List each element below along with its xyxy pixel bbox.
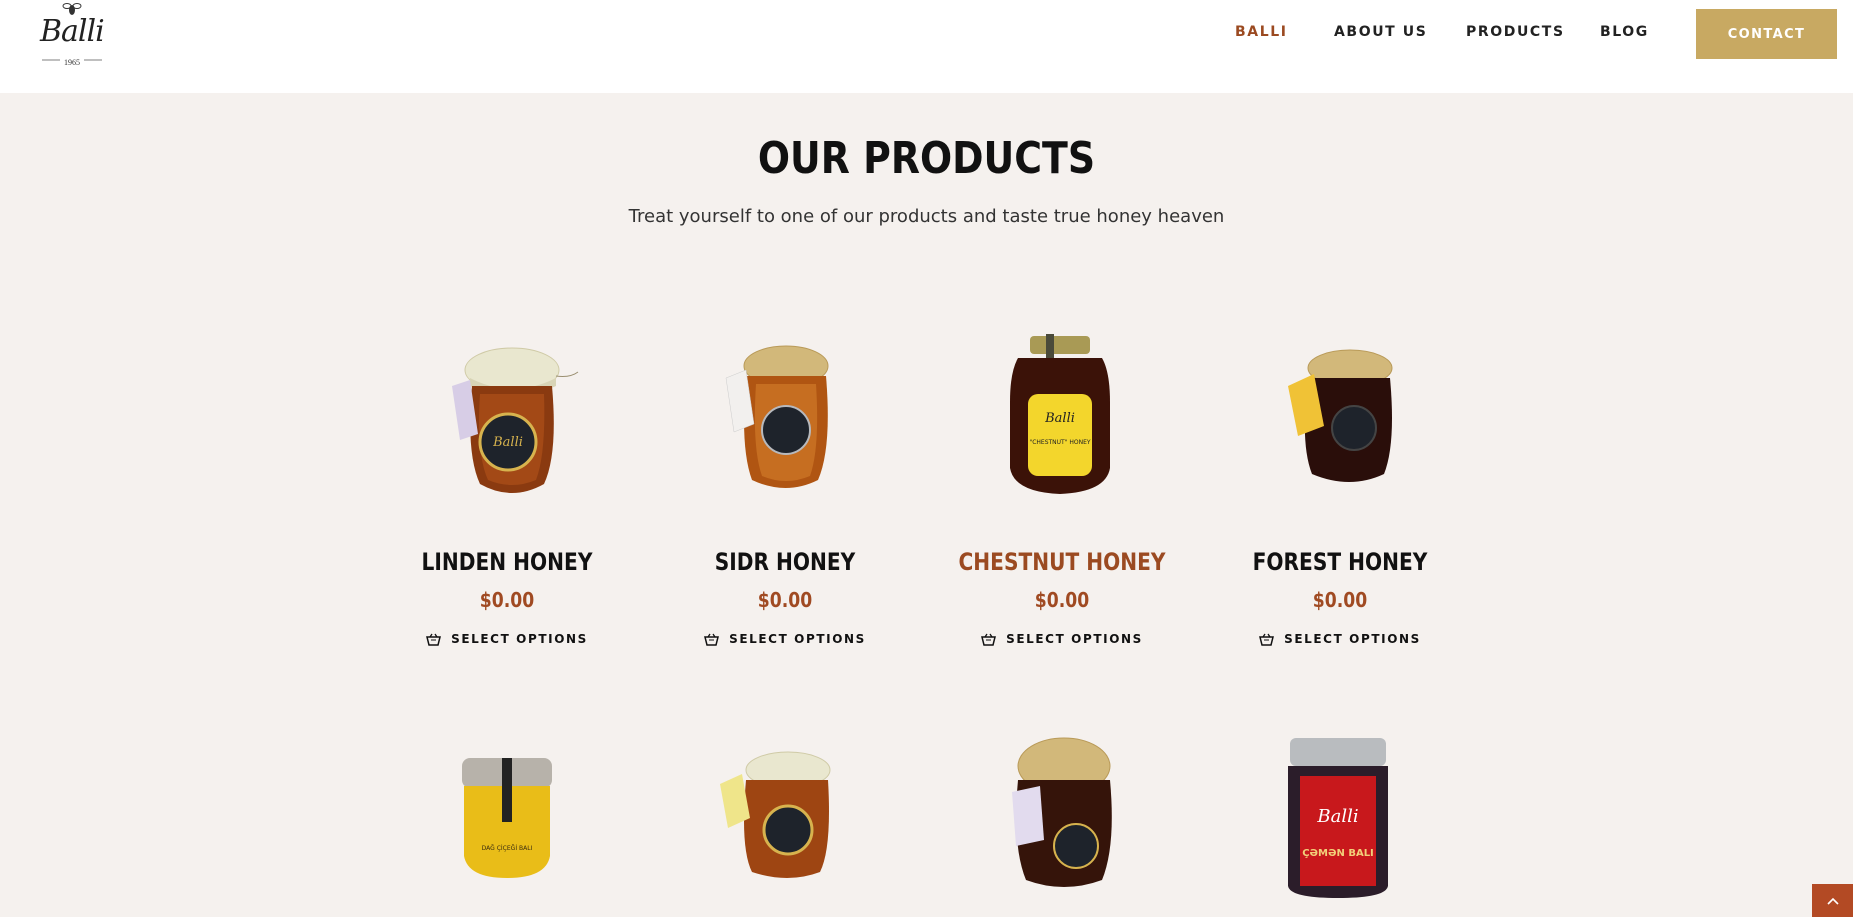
logo-wordmark: Balli bbox=[40, 14, 105, 49]
select-options-link[interactable]: SELECT OPTIONS bbox=[937, 632, 1187, 646]
select-options-link[interactable]: SELECT OPTIONS bbox=[382, 632, 632, 646]
svg-text:Balli: Balli bbox=[1316, 806, 1358, 827]
product-image-sidr[interactable] bbox=[718, 338, 848, 503]
product-image-meadow[interactable]: Balli ÇƏMƏN BALI bbox=[1286, 736, 1390, 905]
svg-text:DAĞ ÇİÇEĞİ BALI: DAĞ ÇİÇEĞİ BALI bbox=[482, 845, 533, 852]
product-image-chestnut[interactable]: Balli "CHESTNUT" HONEY bbox=[1002, 332, 1118, 503]
page-subtitle: Treat yourself to one of our products an… bbox=[628, 206, 1225, 227]
product-title[interactable]: FOREST HONEY bbox=[1235, 548, 1445, 576]
select-options-link[interactable]: SELECT OPTIONS bbox=[660, 632, 910, 646]
basket-icon bbox=[704, 633, 720, 646]
select-options-label: SELECT OPTIONS bbox=[1006, 632, 1143, 646]
product-image-forest[interactable] bbox=[1284, 344, 1404, 495]
select-options-label: SELECT OPTIONS bbox=[451, 632, 588, 646]
product-price: $0.00 bbox=[757, 588, 813, 612]
chevron-up-icon bbox=[1826, 897, 1839, 905]
select-options-label: SELECT OPTIONS bbox=[729, 632, 866, 646]
page-title: OUR PRODUCTS bbox=[757, 133, 1096, 184]
nav-about-us[interactable]: ABOUT US bbox=[1334, 24, 1427, 40]
product-title[interactable]: SIDR HONEY bbox=[680, 548, 890, 576]
nav-products[interactable]: PRODUCTS bbox=[1466, 24, 1565, 40]
product-title[interactable]: CHESTNUT HONEY bbox=[957, 548, 1167, 576]
product-image-highland[interactable] bbox=[1008, 736, 1120, 899]
product-image-linden-2[interactable] bbox=[718, 748, 848, 889]
product-image-linden[interactable]: Balli bbox=[440, 334, 585, 507]
product-image-mountain-flower[interactable]: DAĞ ÇİÇEĞİ BALI bbox=[460, 756, 554, 885]
scroll-top-button[interactable] bbox=[1812, 884, 1853, 917]
select-options-label: SELECT OPTIONS bbox=[1284, 632, 1421, 646]
nav-blog[interactable]: BLOG bbox=[1600, 24, 1649, 40]
svg-text:Balli: Balli bbox=[1044, 411, 1075, 426]
basket-icon bbox=[426, 633, 442, 646]
select-options-link[interactable]: SELECT OPTIONS bbox=[1215, 632, 1465, 646]
product-price: $0.00 bbox=[479, 588, 535, 612]
product-price: $0.00 bbox=[1312, 588, 1368, 612]
product-title[interactable]: LINDEN HONEY bbox=[402, 548, 612, 576]
site-header: Balli 1965 BALLI ABOUT US PRODUCTS BLOG … bbox=[0, 0, 1853, 93]
product-price: $0.00 bbox=[1034, 588, 1090, 612]
logo[interactable]: Balli 1965 bbox=[36, 0, 108, 70]
logo-year: 1965 bbox=[64, 58, 80, 67]
basket-icon bbox=[1259, 633, 1275, 646]
basket-icon bbox=[981, 633, 997, 646]
svg-text:ÇƏMƏN BALI: ÇƏMƏN BALI bbox=[1302, 848, 1374, 859]
contact-button[interactable]: CONTACT bbox=[1696, 9, 1837, 59]
nav-balli[interactable]: BALLI bbox=[1235, 24, 1288, 40]
svg-text:"CHESTNUT" HONEY: "CHESTNUT" HONEY bbox=[1029, 439, 1090, 446]
svg-text:Balli: Balli bbox=[492, 435, 523, 450]
